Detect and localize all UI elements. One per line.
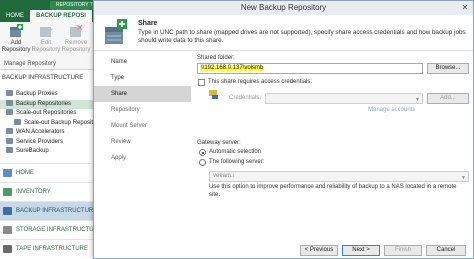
remove-repository-button[interactable]: Remove Repository — [60, 24, 92, 54]
add-credentials-button[interactable]: Add... — [427, 93, 469, 104]
step-repository[interactable]: Repository — [94, 102, 191, 118]
browse-button[interactable]: Browse... — [427, 63, 469, 74]
surebackup-icon — [6, 147, 13, 153]
following-server-label: The following server: — [209, 159, 265, 165]
shared-folder-value: \\192.168.0.137\volsmb — [201, 65, 264, 71]
proxy-icon — [6, 90, 13, 96]
share-repository-icon — [104, 19, 128, 45]
tab-backup-repository[interactable]: BACKUP REPOSI — [30, 10, 92, 22]
service-provider-icon — [6, 137, 13, 144]
step-description: Type in UNC path to share (mapped drives… — [138, 29, 466, 44]
step-apply[interactable]: Apply — [94, 150, 191, 166]
add-repository-button[interactable]: Add Repository — [0, 24, 32, 54]
edit-repository-icon — [38, 24, 54, 38]
manage-accounts-link[interactable]: Manage accounts — [368, 107, 415, 113]
close-icon[interactable]: ✕ — [459, 2, 471, 13]
gateway-server-value: veeam.i — [213, 173, 235, 179]
storage-icon — [3, 226, 12, 234]
backup-infrastructure-icon — [3, 207, 12, 215]
remove-repository-icon — [68, 24, 84, 38]
step-title: Share — [138, 20, 158, 27]
add-repository-label: Add Repository — [1, 40, 31, 53]
credentials-select[interactable]: ▼ — [265, 93, 423, 104]
chevron-down-icon: ▼ — [461, 175, 466, 181]
tab-home[interactable]: HOME — [0, 10, 30, 22]
step-mount-server[interactable]: Mount Server — [94, 118, 191, 134]
share-settings: Shared folder: \\192.168.0.137\volsmb Br… — [195, 52, 473, 242]
wizard-steps: Name Type Share Repository Mount Server … — [94, 52, 191, 247]
credentials-key-icon — [208, 88, 220, 100]
previous-button[interactable]: < Previous — [300, 245, 338, 256]
credentials-label: Credentials: — [229, 95, 262, 101]
step-review[interactable]: Review — [94, 134, 191, 150]
new-backup-repository-dialog: New Backup Repository ✕ Share Type in UN… — [93, 0, 474, 259]
requires-credentials-label: This share requires access credentials: — [208, 79, 313, 85]
chevron-down-icon: ▼ — [415, 97, 420, 103]
shared-folder-label: Shared folder: — [197, 55, 235, 61]
dialog-title: New Backup Repository — [240, 3, 327, 12]
automatic-selection-label: Automatic selection — [209, 149, 262, 155]
finish-button[interactable]: Finish — [384, 245, 422, 256]
dialog-header: Share Type in UNC path to share (mapped … — [94, 15, 473, 51]
remove-repository-label: Remove Repository — [61, 40, 91, 53]
scale-out-repository-icon — [14, 118, 21, 125]
next-button[interactable]: Next > — [342, 245, 380, 256]
repository-icon — [6, 99, 13, 106]
automatic-selection-radio[interactable] — [199, 149, 206, 156]
gateway-server-label: Gateway server: — [197, 140, 241, 146]
wan-accelerator-icon — [6, 128, 13, 134]
ribbon-group-label: Manage Repository — [4, 61, 57, 67]
dialog-title-bar: New Backup Repository ✕ — [94, 1, 473, 15]
dialog-footer: < Previous Next > Finish Cancel — [94, 243, 473, 259]
gateway-note: Use this option to improve performance a… — [209, 184, 457, 198]
home-icon — [3, 169, 12, 177]
step-name[interactable]: Name — [94, 54, 191, 70]
edit-repository-button[interactable]: Edit Repository — [30, 24, 62, 54]
tape-icon — [3, 245, 12, 253]
step-share[interactable]: Share — [94, 86, 191, 102]
edit-repository-label: Edit Repository — [31, 40, 61, 53]
add-repository-icon — [8, 24, 24, 38]
following-server-radio[interactable] — [199, 159, 206, 166]
gateway-server-select[interactable]: veeam.i ▼ — [209, 171, 469, 182]
shared-folder-input[interactable]: \\192.168.0.137\volsmb — [197, 63, 423, 74]
inventory-icon — [3, 188, 12, 196]
cancel-button[interactable]: Cancel — [426, 245, 466, 256]
step-type[interactable]: Type — [94, 70, 191, 86]
requires-credentials-checkbox[interactable] — [198, 79, 205, 86]
scale-out-icon — [6, 109, 13, 115]
